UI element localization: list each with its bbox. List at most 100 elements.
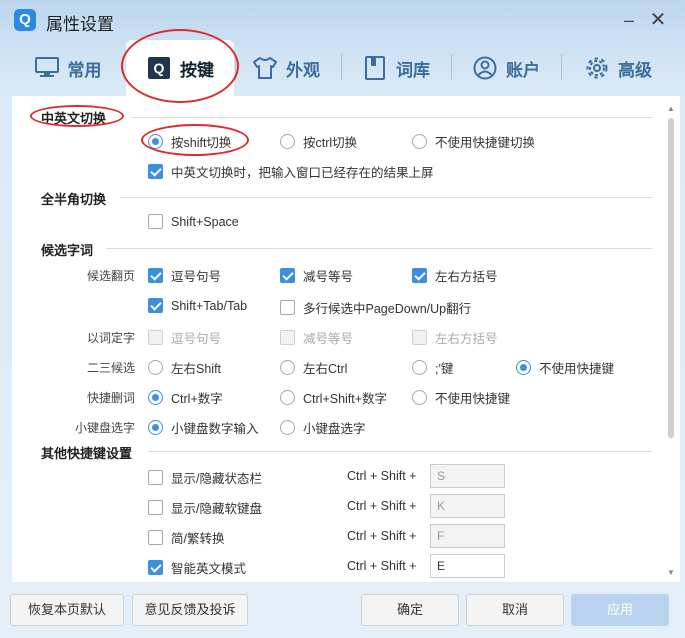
- checkbox-label: Shift+Tab/Tab: [171, 298, 248, 313]
- checkbox-label: 中英文切换时，把输入窗口已经存在的结果上屏: [171, 166, 434, 180]
- apply-button[interactable]: 应用: [571, 594, 669, 626]
- radio-label: Ctrl+数字: [171, 392, 223, 406]
- radio-label: 不使用快捷键切换: [435, 136, 536, 150]
- monitor-icon: [34, 55, 60, 81]
- checkbox-label: 多行候选中PageDown/Up翻行: [303, 302, 472, 316]
- radio-label: 不使用快捷键: [539, 362, 615, 376]
- checkbox-label: 减号等号: [303, 332, 354, 346]
- close-button[interactable]: ✕: [646, 8, 670, 32]
- window-title: 属性设置: [46, 15, 114, 34]
- checkbox-indicator[interactable]: [280, 300, 295, 315]
- checkbox-indicator[interactable]: [148, 560, 163, 575]
- checkbox-label: 左右方括号: [435, 332, 498, 346]
- radio-no-hotkey-switch[interactable]: 不使用快捷键切换: [412, 132, 535, 151]
- checkbox-indicator[interactable]: [412, 268, 427, 283]
- checkbox-indicator[interactable]: [280, 268, 295, 283]
- scroll-down-icon[interactable]: ▼: [666, 568, 676, 578]
- tab-appearance[interactable]: 外观: [246, 40, 326, 96]
- radio-indicator[interactable]: [280, 390, 295, 405]
- radio-indicator[interactable]: [148, 134, 163, 149]
- checkbox-page-comma-period[interactable]: 逗号句号: [148, 266, 221, 285]
- hotkey-input-simp-trad[interactable]: F: [430, 524, 505, 548]
- checkbox-indicator[interactable]: [148, 298, 163, 313]
- checkbox-indicator[interactable]: [148, 164, 163, 179]
- checkbox-toggle-softkeyboard[interactable]: 显示/隐藏软键盘: [148, 498, 262, 517]
- checkbox-commit-on-switch[interactable]: 中英文切换时，把输入窗口已经存在的结果上屏: [148, 162, 434, 181]
- checkbox-indicator[interactable]: [148, 530, 163, 545]
- checkbox-smart-english[interactable]: 智能英文模式: [148, 558, 246, 577]
- radio-indicator[interactable]: [412, 360, 427, 375]
- tab-label: 词库: [396, 60, 430, 80]
- radio-23-semicolon[interactable]: ;'键: [412, 358, 453, 377]
- divider: [106, 248, 652, 249]
- checkbox-indicator: [412, 330, 427, 345]
- checkbox-label: 智能英文模式: [171, 562, 247, 576]
- radio-indicator[interactable]: [412, 390, 427, 405]
- scroll-up-icon[interactable]: ▲: [666, 104, 676, 114]
- radio-delete-ctrl-num[interactable]: Ctrl+数字: [148, 388, 223, 407]
- hotkey-input-statusbar[interactable]: S: [430, 464, 505, 488]
- hotkey-input-softkeyboard[interactable]: K: [430, 494, 505, 518]
- tab-keys[interactable]: Q 按键: [126, 40, 234, 96]
- checkbox-page-shift-tab[interactable]: Shift+Tab/Tab: [148, 298, 247, 313]
- radio-label: 不使用快捷键: [435, 392, 511, 406]
- radio-numpad-select[interactable]: 小键盘选字: [280, 418, 366, 437]
- radio-ctrl-switch[interactable]: 按ctrl切换: [280, 132, 357, 151]
- radio-numpad-digits[interactable]: 小键盘数字输入: [148, 418, 259, 437]
- radio-delete-none[interactable]: 不使用快捷键: [412, 388, 510, 407]
- radio-indicator[interactable]: [148, 360, 163, 375]
- tab-label: 高级: [618, 60, 652, 80]
- radio-label: 小键盘数字输入: [171, 422, 259, 436]
- radio-indicator[interactable]: [280, 134, 295, 149]
- radio-indicator[interactable]: [280, 420, 295, 435]
- checkbox-indicator[interactable]: [148, 268, 163, 283]
- checkbox-page-brackets[interactable]: 左右方括号: [412, 266, 498, 285]
- cancel-button[interactable]: 取消: [466, 594, 564, 626]
- divider: [120, 197, 652, 198]
- checkbox-label: 减号等号: [303, 270, 354, 284]
- checkbox-word-minus-equal: 减号等号: [280, 328, 353, 347]
- radio-indicator[interactable]: [412, 134, 427, 149]
- ok-button[interactable]: 确定: [361, 594, 459, 626]
- radio-23-ctrl[interactable]: 左右Ctrl: [280, 358, 347, 377]
- tab-lexicon[interactable]: 词库: [356, 40, 436, 96]
- checkbox-indicator[interactable]: [148, 470, 163, 485]
- radio-delete-ctrl-shift-num[interactable]: Ctrl+Shift+数字: [280, 388, 387, 407]
- minimize-button[interactable]: –: [617, 8, 641, 32]
- radio-indicator[interactable]: [516, 360, 531, 375]
- scrollbar-thumb[interactable]: [668, 118, 674, 438]
- checkbox-page-pagedown-up[interactable]: 多行候选中PageDown/Up翻行: [280, 298, 471, 317]
- radio-23-none[interactable]: 不使用快捷键: [516, 358, 614, 377]
- checkbox-indicator[interactable]: [148, 214, 163, 229]
- radio-23-shift[interactable]: 左右Shift: [148, 358, 221, 377]
- checkbox-label: 左右方括号: [435, 270, 498, 284]
- footer-bar: 恢复本页默认 意见反馈及投诉 确定 取消 应用: [0, 582, 685, 638]
- checkbox-shift-space[interactable]: Shift+Space: [148, 214, 239, 229]
- user-icon: [472, 55, 498, 81]
- tab-separator: [235, 54, 236, 80]
- hotkey-input-smart-english[interactable]: E: [430, 554, 505, 578]
- checkbox-indicator[interactable]: [148, 500, 163, 515]
- row-label-word-to-char: 以词定字: [86, 331, 135, 345]
- app-logo-icon: Q: [14, 9, 36, 31]
- checkbox-label: 逗号句号: [171, 332, 222, 346]
- divider: [132, 117, 652, 118]
- checkbox-simp-trad[interactable]: 简/繁转换: [148, 528, 224, 547]
- checkbox-page-minus-equal[interactable]: 减号等号: [280, 266, 353, 285]
- radio-indicator[interactable]: [148, 390, 163, 405]
- radio-indicator[interactable]: [148, 420, 163, 435]
- checkbox-toggle-statusbar[interactable]: 显示/隐藏状态栏: [148, 468, 262, 487]
- section-title-full-half: 全半角切换: [41, 192, 107, 207]
- hotkey-combo-label: Ctrl + Shift +: [347, 469, 417, 483]
- tab-account[interactable]: 账户: [466, 40, 546, 96]
- tab-label: 账户: [506, 60, 540, 80]
- row-label-delete-word: 快捷删词: [86, 391, 135, 405]
- radio-indicator[interactable]: [280, 360, 295, 375]
- feedback-button[interactable]: 意见反馈及投诉: [132, 594, 248, 626]
- tab-common[interactable]: 常用: [20, 40, 115, 96]
- scrollbar[interactable]: ▲ ▼: [666, 104, 676, 578]
- tab-advanced[interactable]: 高级: [576, 40, 660, 96]
- radio-shift-switch[interactable]: 按shift切换: [148, 132, 231, 151]
- restore-defaults-button[interactable]: 恢复本页默认: [10, 594, 124, 626]
- tab-separator: [561, 54, 562, 80]
